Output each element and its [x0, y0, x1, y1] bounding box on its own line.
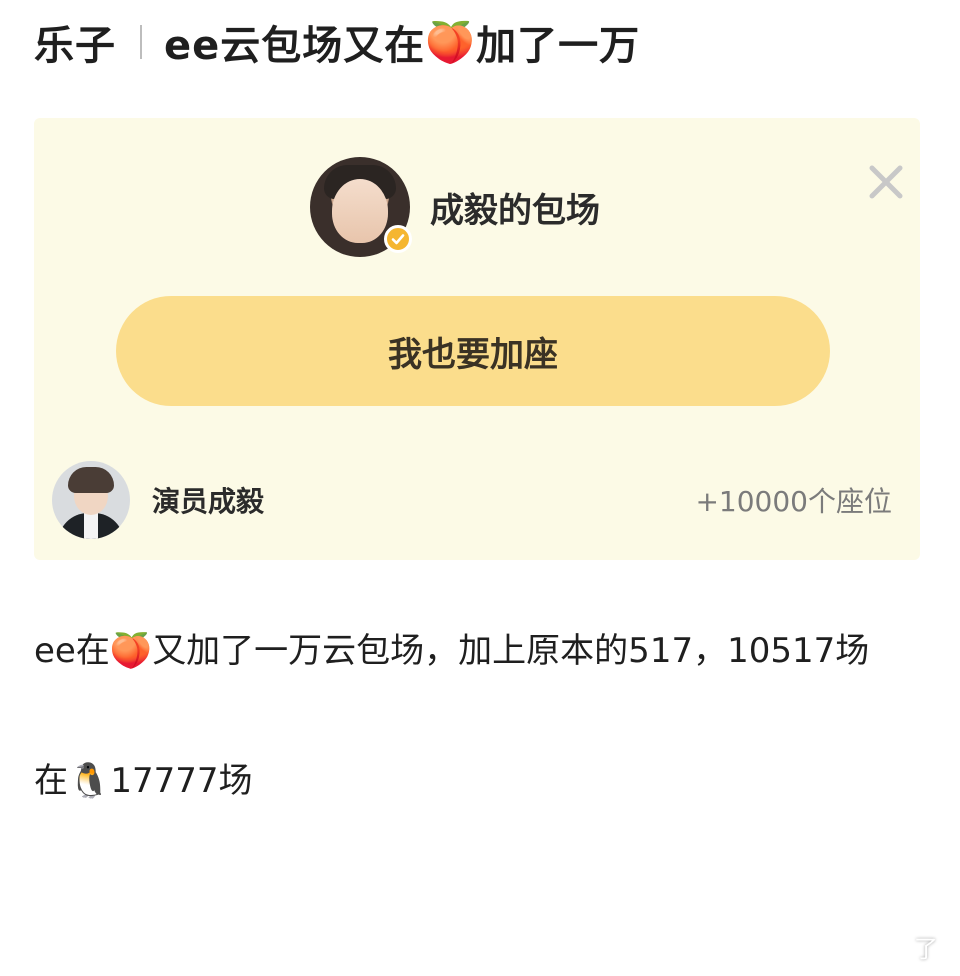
- title-text-prefix: ee云包场又在: [164, 23, 426, 69]
- contributor-name[interactable]: 演员成毅: [152, 480, 264, 520]
- peach-emoji-icon: 🍑: [109, 631, 153, 671]
- booking-card: 成毅的包场 我也要加座 演员成毅 +10000个座位: [34, 118, 920, 560]
- avatar-face: [332, 179, 388, 243]
- title-divider: [140, 25, 142, 59]
- peach-emoji-icon: 🍑: [425, 19, 477, 66]
- post-title: 乐子 ee云包场又在 🍑 加了一万: [34, 14, 640, 70]
- host-avatar[interactable]: [310, 157, 412, 257]
- contributor-row: 演员成毅 +10000个座位: [52, 460, 892, 540]
- watermark: 了: [914, 935, 938, 963]
- avatar-hair: [68, 467, 114, 493]
- join-seat-button[interactable]: 我也要加座: [116, 296, 830, 406]
- verified-badge-icon: [384, 225, 412, 253]
- contributor-avatar[interactable]: [52, 461, 130, 539]
- body-line1-suffix: 又加了一万云包场，加上原本的517，10517场: [152, 631, 870, 671]
- close-icon[interactable]: [864, 160, 908, 204]
- avatar-shirt: [84, 513, 98, 539]
- post-body: ee在🍑又加了一万云包场，加上原本的517，10517场 在🐧17777场: [34, 622, 924, 810]
- title-tag: 乐子: [34, 23, 116, 69]
- body-paragraph-2: 在🐧17777场: [34, 752, 924, 810]
- penguin-emoji-icon: 🐧: [68, 761, 111, 801]
- body-line2-suffix: 17777场: [110, 761, 253, 801]
- contributor-seat-count: +10000个座位: [695, 485, 892, 518]
- host-name: 成毅的包场: [430, 190, 600, 231]
- body-line1-prefix: ee在: [34, 631, 110, 671]
- title-text-suffix: 加了一万: [476, 23, 641, 69]
- body-line2-prefix: 在: [34, 761, 68, 801]
- host-header: 成毅的包场: [310, 154, 600, 260]
- body-paragraph-1: ee在🍑又加了一万云包场，加上原本的517，10517场: [34, 622, 924, 680]
